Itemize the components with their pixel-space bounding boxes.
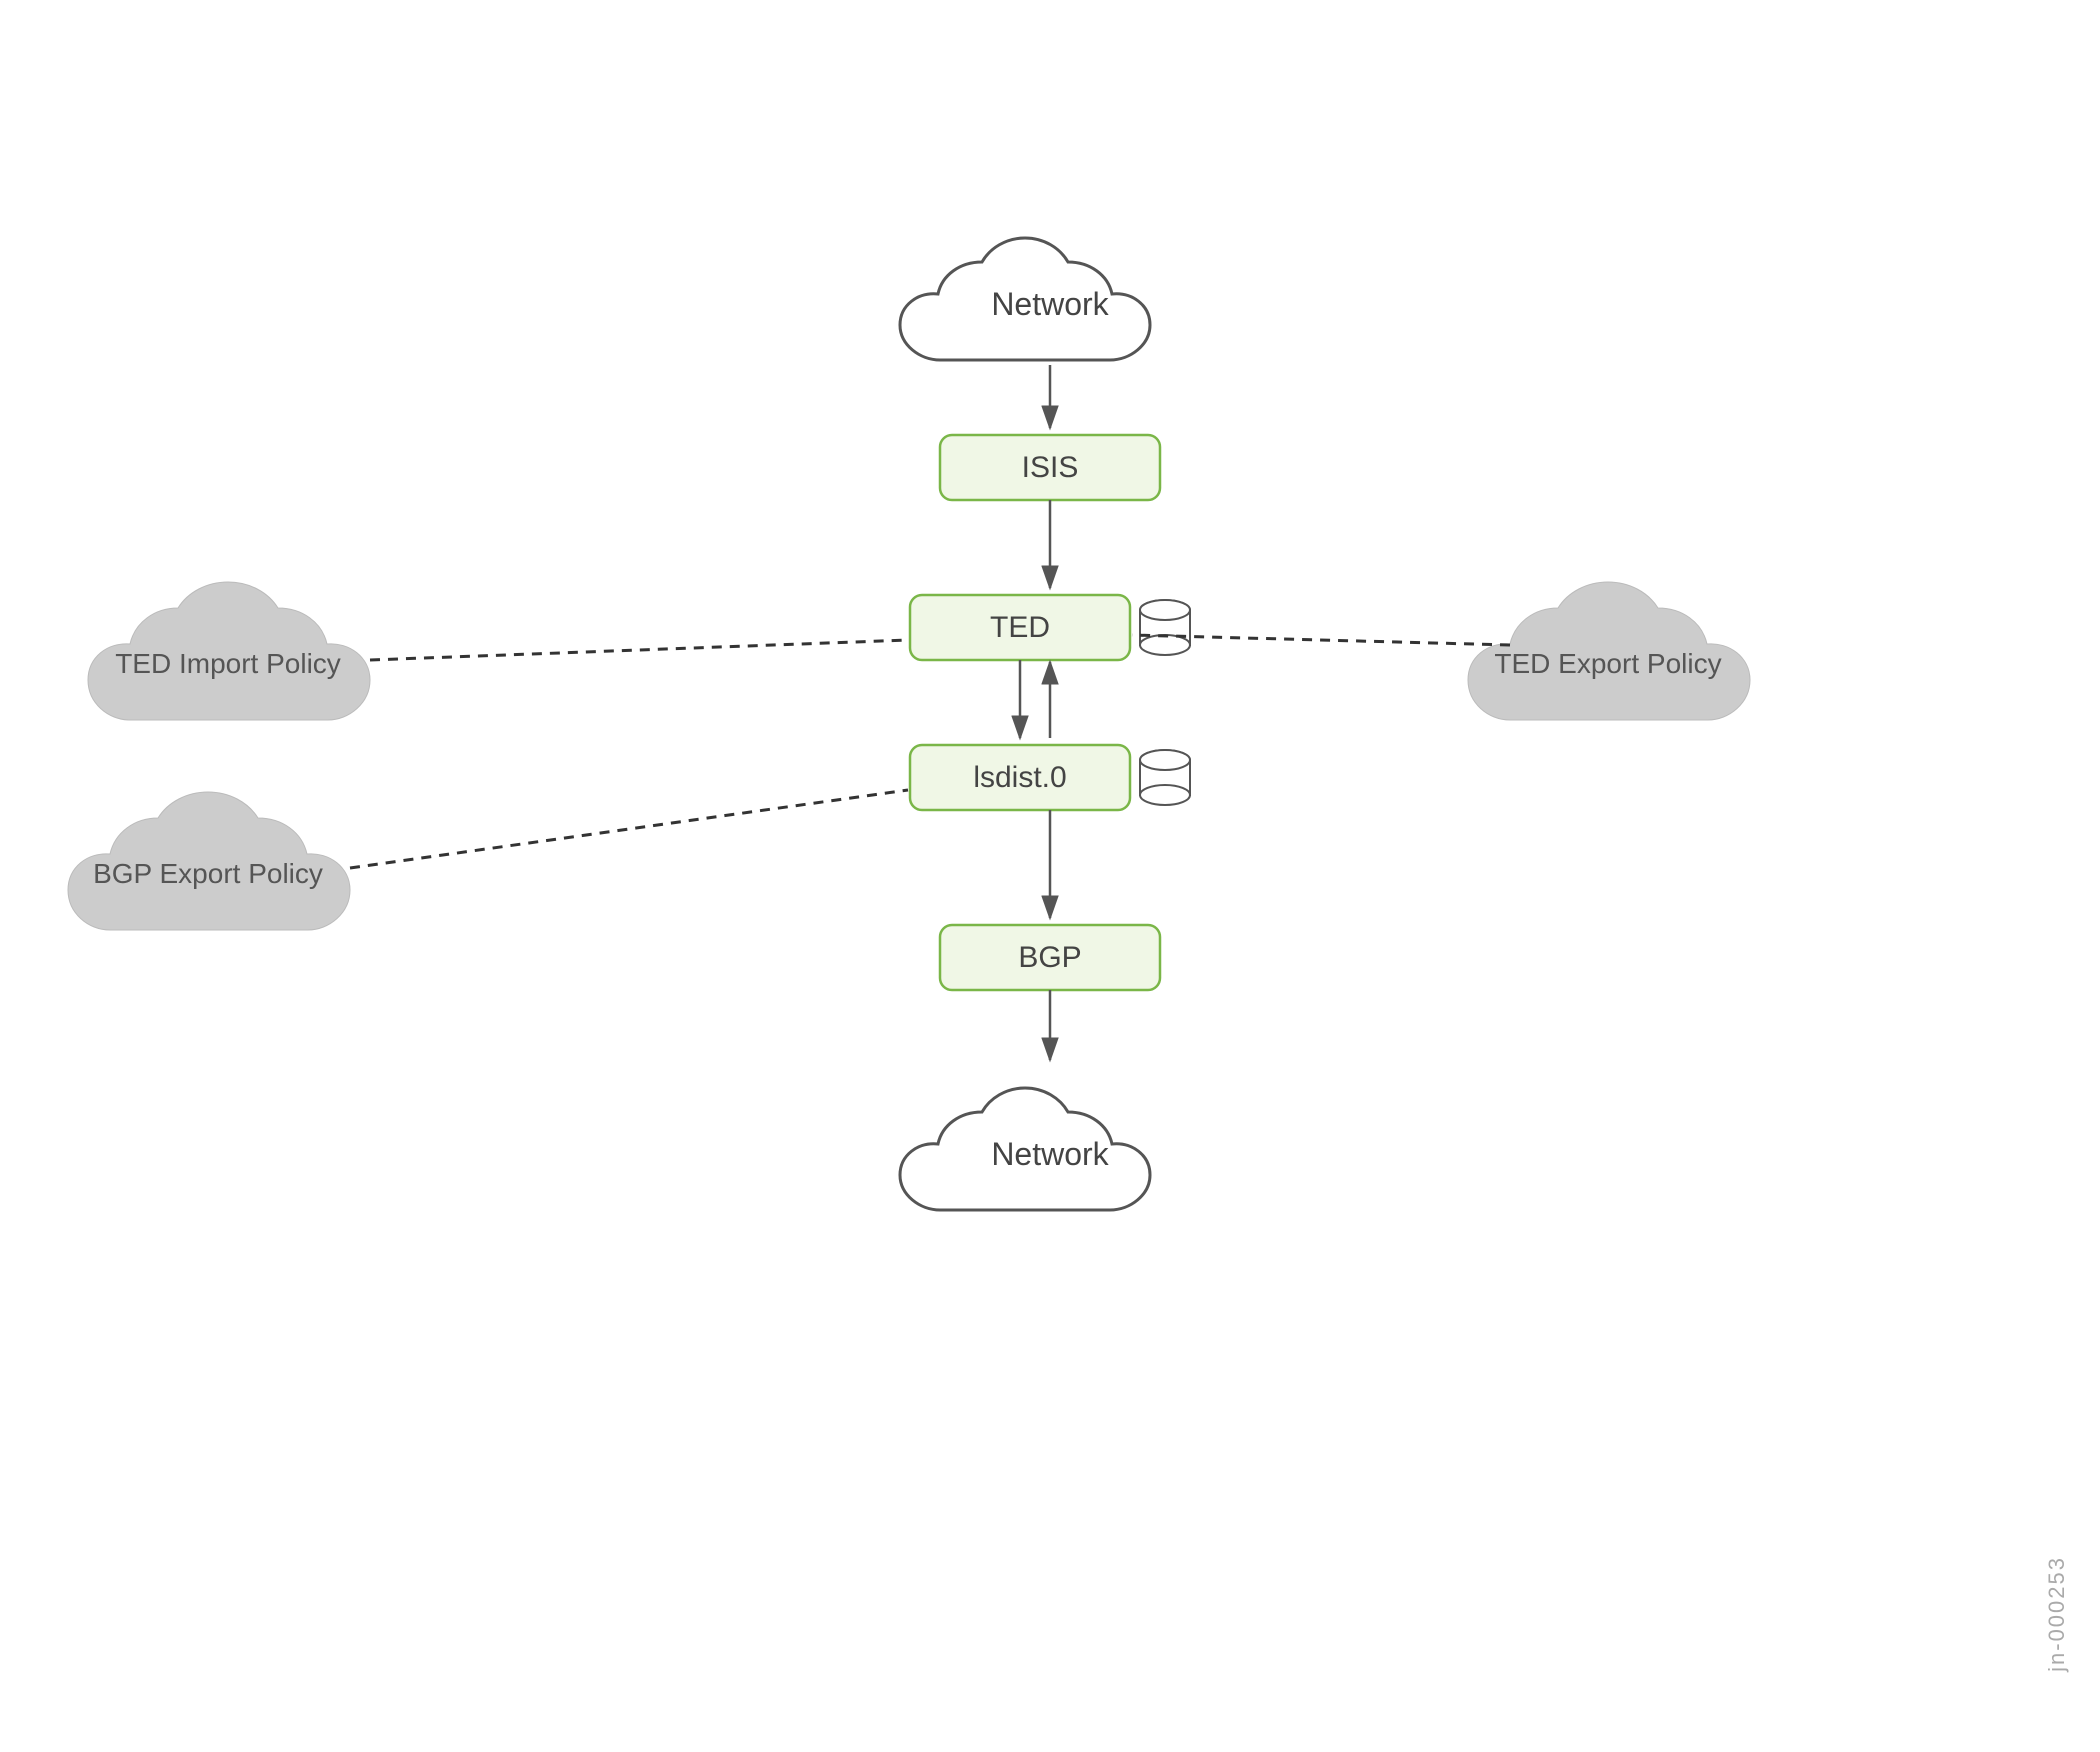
network-bottom-label: Network bbox=[991, 1136, 1109, 1172]
isis-label: ISIS bbox=[1022, 451, 1079, 484]
dotted-bgp-export bbox=[350, 790, 908, 868]
lsdist-db-icon bbox=[1140, 750, 1190, 805]
bgp-export-policy-label: BGP Export Policy bbox=[93, 858, 323, 889]
ted-label: TED bbox=[990, 611, 1050, 644]
ted-import-policy-label: TED Import Policy bbox=[115, 648, 341, 679]
diagram: Network ISIS TED lsdist.0 bbox=[0, 0, 2100, 1752]
ted-export-policy-label: TED Export Policy bbox=[1494, 648, 1721, 679]
lsdist-label: lsdist.0 bbox=[973, 761, 1066, 794]
dotted-ted-import bbox=[370, 640, 908, 660]
network-top-label: Network bbox=[991, 286, 1109, 322]
ted-db-icon bbox=[1140, 600, 1190, 655]
bgp-label: BGP bbox=[1018, 941, 1081, 974]
watermark: jn-000253 bbox=[2044, 1556, 2070, 1672]
